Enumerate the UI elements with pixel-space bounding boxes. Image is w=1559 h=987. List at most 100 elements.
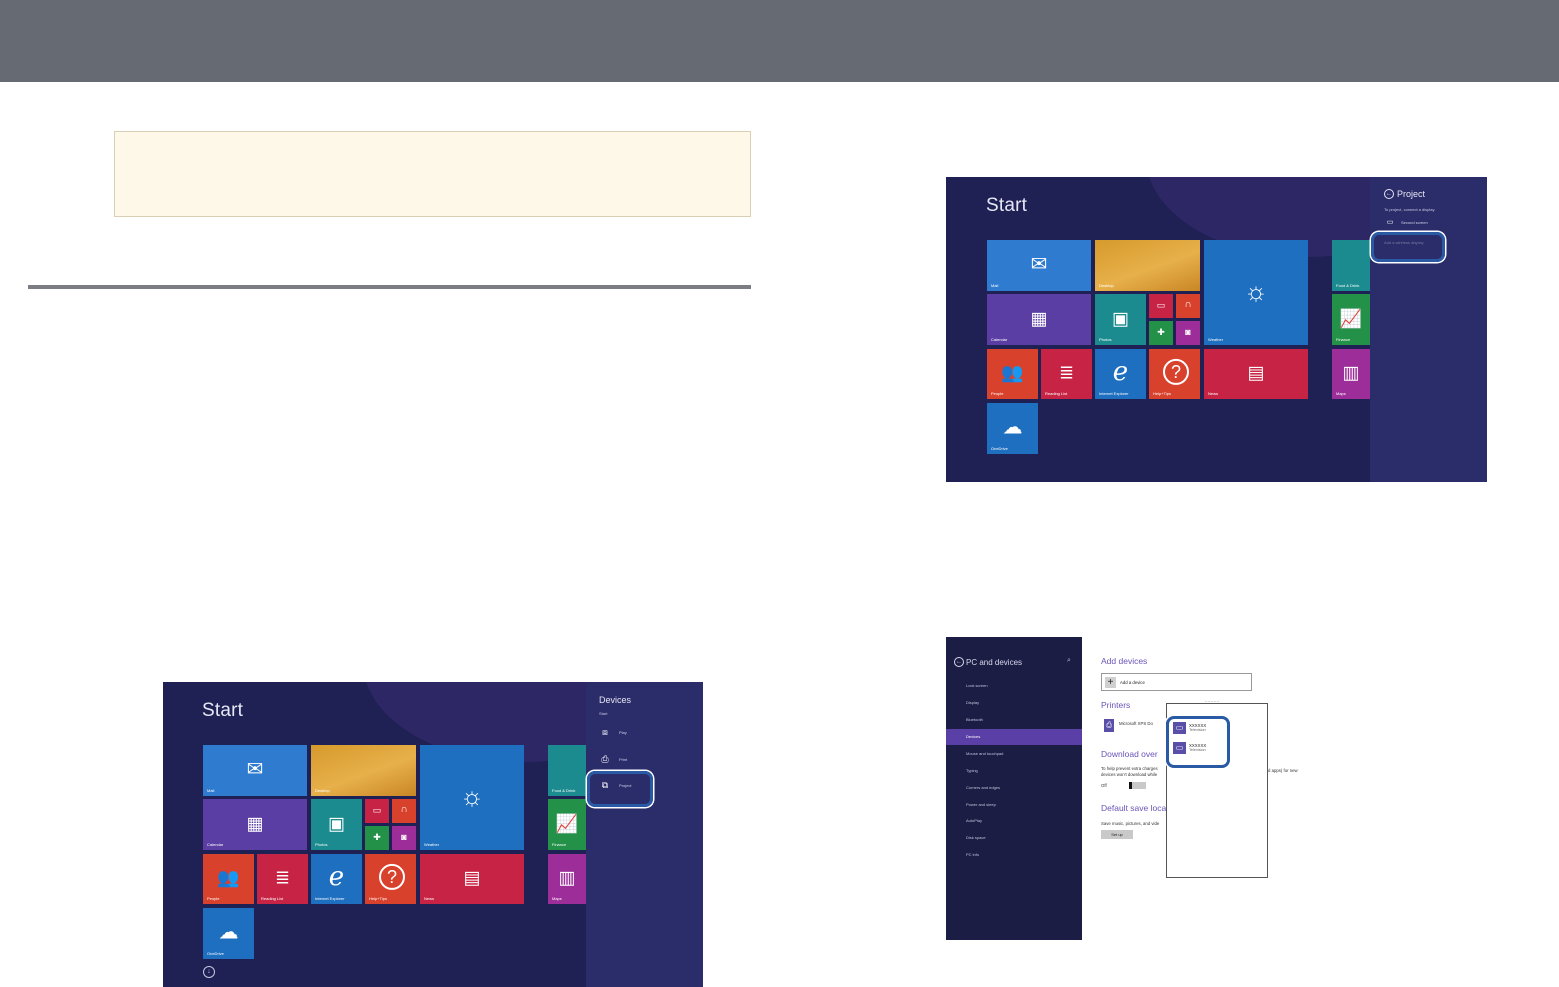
project-highlight <box>587 771 653 807</box>
tile-internet-explorer[interactable]: e Internet Explorer <box>1095 349 1146 399</box>
default-save-heading: Default save loca <box>1101 803 1167 813</box>
back-arrow-icon[interactable]: ← <box>1384 189 1394 199</box>
tile-calendar[interactable]: ▦ Calendar <box>203 799 307 850</box>
nav-item-devices[interactable]: Devices <box>946 729 1082 745</box>
tile-desktop[interactable]: Desktop <box>1095 240 1200 291</box>
scroll-down-icon[interactable]: ↓ <box>203 966 215 978</box>
tile-news[interactable]: ▤ News <box>420 854 524 904</box>
tile-maps[interactable]: ▥ Maps <box>548 854 586 904</box>
chart-icon: 📈 <box>555 813 579 834</box>
nav-item-autoplay[interactable]: AutoPlay <box>946 813 1082 829</box>
people-icon: 👥 <box>217 867 240 888</box>
tile-finance[interactable]: 📈 Finance <box>548 799 586 850</box>
tile-games[interactable]: ✚ <box>365 826 389 850</box>
tile-news[interactable]: ▤ News <box>1204 349 1308 399</box>
news-icon: ▤ <box>463 867 481 888</box>
project-charm-panel: ← Project To project, connect a display. … <box>1370 177 1487 482</box>
tile-finance[interactable]: 📈 Finance <box>1332 294 1370 345</box>
tile-weather[interactable]: ☼ Weather <box>1204 240 1308 345</box>
settings-nav-pane: ← PC and devices ⌕ Lock screen Display Bl… <box>946 637 1082 940</box>
tile-video[interactable]: ▭ <box>365 799 389 823</box>
back-arrow-icon[interactable]: ← <box>954 657 964 667</box>
tile-photos[interactable]: ▣ Photos <box>311 799 362 850</box>
tile-mail[interactable]: ✉ Mail <box>203 745 307 796</box>
charm-item-play[interactable]: ⧈ Play <box>599 727 627 738</box>
camera-icon: ◙ <box>401 831 407 842</box>
tile-photos[interactable]: ▣ Photos <box>1095 294 1146 345</box>
charm-item-second-screen[interactable]: ▭ Second screen <box>1384 218 1428 226</box>
download-toggle[interactable] <box>1129 782 1146 789</box>
add-wireless-display-highlight <box>1371 232 1445 262</box>
tile-label: Desktop <box>1099 283 1114 288</box>
search-icon[interactable]: ⌕ <box>1067 657 1071 665</box>
tile-label: Internet Explorer <box>315 896 345 901</box>
tile-food-drink[interactable]: Food & Drink <box>1332 240 1370 291</box>
settings-title-text: PC and devices <box>966 657 1023 667</box>
tile-onedrive[interactable]: ☁ OneDrive <box>987 403 1038 454</box>
charm-item-print[interactable]: ⎙ Print <box>599 754 627 765</box>
tile-games[interactable]: ✚ <box>1149 321 1173 345</box>
tile-weather[interactable]: ☼ Weather <box>420 745 524 850</box>
video-icon: ▭ <box>372 804 382 815</box>
mail-icon: ✉ <box>246 757 264 780</box>
tile-label: Maps <box>1336 391 1346 396</box>
printer-name[interactable]: Microsoft XPS Do <box>1119 721 1153 726</box>
download-description-right: d apps) for new <box>1268 768 1298 773</box>
tile-mail[interactable]: ✉ Mail <box>987 240 1091 291</box>
tile-label: Photos <box>315 842 328 847</box>
tile-music[interactable]: ∩ <box>392 799 416 823</box>
nav-item-disk-space[interactable]: Disk space <box>946 830 1082 846</box>
add-device-button[interactable]: + Add a device <box>1101 673 1252 691</box>
charm-subtitle: To project, connect a display. <box>1384 207 1436 212</box>
tile-label: Photos <box>1099 337 1112 342</box>
tile-help-tips[interactable]: ? Help+Tips <box>365 854 416 904</box>
nav-item-display[interactable]: Display <box>946 695 1082 711</box>
toggle-thumb <box>1129 782 1132 789</box>
add-devices-heading: Add devices <box>1101 656 1148 666</box>
reading-list-icon: ≣ <box>274 867 291 888</box>
printers-heading: Printers <box>1101 700 1131 710</box>
plus-icon: + <box>1105 676 1116 688</box>
setup-button[interactable]: Set up <box>1101 830 1133 839</box>
nav-item-power-sleep[interactable]: Power and sleep <box>946 797 1082 813</box>
photo-icon: ▣ <box>327 813 345 834</box>
nav-item-corners-edges[interactable]: Corners and edges <box>946 780 1082 796</box>
help-icon: ? <box>1163 358 1189 385</box>
tile-music[interactable]: ∩ <box>1176 294 1200 318</box>
gamepad-icon: ✚ <box>373 831 381 842</box>
tile-help-tips[interactable]: ? Help+Tips <box>1149 349 1200 399</box>
tile-people[interactable]: 👥 People <box>987 349 1038 399</box>
map-icon: ▥ <box>558 867 576 888</box>
nav-item-pc-info[interactable]: PC info <box>946 847 1082 863</box>
cloud-icon: ☁ <box>218 920 239 943</box>
tile-calendar[interactable]: ▦ Calendar <box>987 294 1091 345</box>
start-title: Start <box>986 195 1028 216</box>
printer-icon: ⎙ <box>1104 719 1114 732</box>
tile-onedrive[interactable]: ☁ OneDrive <box>203 908 254 959</box>
tile-food-drink[interactable]: Food & Drink <box>548 745 586 796</box>
tile-reading-list[interactable]: ≣ Reading List <box>257 854 308 904</box>
nav-item-typing[interactable]: Typing <box>946 763 1082 779</box>
tile-desktop[interactable]: Desktop <box>311 745 416 796</box>
news-icon: ▤ <box>1247 362 1265 383</box>
tile-label: Calendar <box>207 842 224 847</box>
tile-camera[interactable]: ◙ <box>392 826 416 850</box>
tile-people[interactable]: 👥 People <box>203 854 254 904</box>
map-icon: ▥ <box>1342 362 1360 383</box>
video-icon: ▭ <box>1156 299 1166 310</box>
tile-maps[interactable]: ▥ Maps <box>1332 349 1370 399</box>
settings-title: ← PC and devices <box>954 657 1022 667</box>
nav-item-lock-screen[interactable]: Lock screen <box>946 678 1082 694</box>
tile-video[interactable]: ▭ <box>1149 294 1173 318</box>
settings-content: Add devices + Add a device Printers ⎙ Mi… <box>1082 637 1486 940</box>
nav-item-bluetooth[interactable]: Bluetooth <box>946 712 1082 728</box>
sun-icon: ☼ <box>460 780 484 811</box>
mail-icon: ✉ <box>1030 252 1048 275</box>
pc-devices-settings-screenshot: ← PC and devices ⌕ Lock screen Display Bl… <box>946 637 1486 940</box>
tile-reading-list[interactable]: ≣ Reading List <box>1041 349 1092 399</box>
devices-charm-panel: Devices Start ⧈ Play ⎙ Print ⧉ Project <box>586 682 703 987</box>
nav-item-mouse-touchpad[interactable]: Mouse and touchpad <box>946 746 1082 762</box>
tile-internet-explorer[interactable]: e Internet Explorer <box>311 854 362 904</box>
tile-label: Weather <box>1208 337 1224 342</box>
tile-camera[interactable]: ◙ <box>1176 321 1200 345</box>
